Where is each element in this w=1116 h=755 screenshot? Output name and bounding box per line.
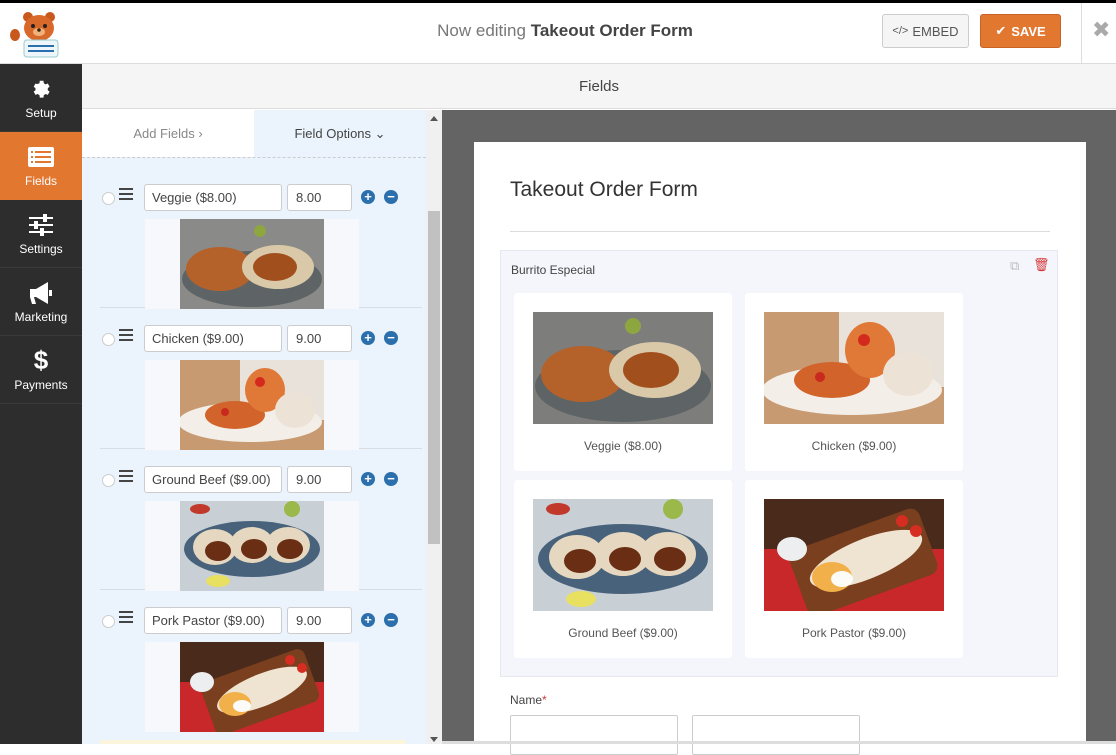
chicken-burrito-image[interactable] xyxy=(180,360,324,450)
choice-image-wrap xyxy=(145,642,359,732)
title-prefix: Now editing xyxy=(437,21,526,40)
close-icon[interactable]: ✖ xyxy=(1092,17,1110,43)
embed-button[interactable]: </> EMBED xyxy=(882,14,969,48)
form-name: Takeout Order Form xyxy=(530,21,693,40)
section-title: Fields xyxy=(578,78,619,95)
add-choice-icon[interactable]: + xyxy=(361,190,375,204)
remove-choice-icon[interactable]: − xyxy=(384,472,398,486)
choice-value-input[interactable] xyxy=(287,184,352,211)
save-label: SAVE xyxy=(1011,23,1046,39)
embed-label: EMBED xyxy=(912,23,959,39)
drag-handle-icon[interactable] xyxy=(119,188,133,203)
field-options-panel: Add Fields › Field Options ⌄ + − + − + − xyxy=(82,110,426,744)
add-choice-icon[interactable]: + xyxy=(361,613,375,627)
megaphone-icon xyxy=(28,280,54,306)
image-choice-option[interactable]: Chicken ($9.00) xyxy=(745,293,963,471)
choice-label-input[interactable] xyxy=(144,184,282,211)
choice-row: + − xyxy=(100,590,422,732)
pork-pastor-burrito-image[interactable] xyxy=(180,642,324,732)
checkmark-icon: ✔ xyxy=(995,23,1007,38)
option-caption: Veggie ($8.00) xyxy=(583,439,663,453)
choice-row: + − xyxy=(100,167,422,309)
name-field-label: Name* xyxy=(510,693,547,707)
drag-handle-icon[interactable] xyxy=(119,470,133,485)
choice-row: + − xyxy=(100,308,422,450)
sidebar-item-fields[interactable]: Fields xyxy=(0,132,82,200)
sidebar-label: Marketing xyxy=(14,309,68,324)
default-choice-radio[interactable] xyxy=(102,474,115,487)
last-name-input[interactable] xyxy=(692,715,860,755)
ground-beef-burrito-image[interactable] xyxy=(180,501,324,591)
ground-beef-burrito-image xyxy=(533,499,713,611)
required-asterisk: * xyxy=(542,693,547,707)
drag-handle-icon[interactable] xyxy=(119,329,133,344)
choice-image-wrap xyxy=(145,360,359,450)
choice-value-input[interactable] xyxy=(287,466,352,493)
tab-add-fields[interactable]: Add Fields › xyxy=(82,110,254,157)
sidebar-label: Fields xyxy=(24,173,57,188)
drag-handle-icon[interactable] xyxy=(119,611,133,626)
scroll-down-arrow-icon[interactable] xyxy=(430,737,438,742)
choice-image-wrap xyxy=(145,219,359,309)
image-choice-option[interactable]: Ground Beef ($9.00) xyxy=(514,480,732,658)
default-choice-radio[interactable] xyxy=(102,333,115,346)
choice-value-input[interactable] xyxy=(287,607,352,634)
choice-label-input[interactable] xyxy=(144,325,282,352)
add-choice-icon[interactable]: + xyxy=(361,331,375,345)
sidebar-item-settings[interactable]: Settings xyxy=(0,200,82,268)
form-title: Takeout Order Form xyxy=(510,178,698,201)
duplicate-icon[interactable]: ⧉ xyxy=(1010,258,1019,274)
sliders-icon xyxy=(29,212,53,238)
remove-choice-icon[interactable]: − xyxy=(384,190,398,204)
veggie-burrito-image[interactable] xyxy=(180,219,324,309)
option-caption: Pork Pastor ($9.00) xyxy=(801,626,907,640)
builder-sidebar: Setup Fields Settings Marketing $ Paymen… xyxy=(0,64,82,744)
title-divider xyxy=(510,231,1050,232)
code-icon: </> xyxy=(892,25,909,37)
image-choice-field[interactable]: Burrito Especial ⧉ 🗑 Veggie ($8.00) Chic… xyxy=(500,250,1058,677)
tab-field-options[interactable]: Field Options ⌄ xyxy=(254,110,426,157)
sidebar-label: Settings xyxy=(19,241,63,256)
option-caption: Ground Beef ($9.00) xyxy=(568,626,678,640)
remove-choice-icon[interactable]: − xyxy=(384,613,398,627)
scroll-up-arrow-icon[interactable] xyxy=(430,116,438,121)
sidebar-item-marketing[interactable]: Marketing xyxy=(0,268,82,336)
trash-icon[interactable]: 🗑 xyxy=(1033,257,1050,273)
choice-row: + − xyxy=(100,449,422,591)
sidebar-label: Payments xyxy=(14,377,68,392)
form-preview: Takeout Order Form Burrito Especial ⧉ 🗑 … xyxy=(474,142,1086,755)
section-title-bar: Fields xyxy=(82,64,1116,109)
choice-label-input[interactable] xyxy=(144,607,282,634)
veggie-burrito-image xyxy=(533,312,713,424)
name-label-text: Name xyxy=(510,693,543,707)
chicken-burrito-image xyxy=(764,312,944,424)
default-choice-radio[interactable] xyxy=(102,615,115,628)
image-choice-option[interactable]: Pork Pastor ($9.00) xyxy=(745,480,963,658)
remove-choice-icon[interactable]: − xyxy=(384,331,398,345)
panel-scrollbar[interactable] xyxy=(426,110,442,744)
option-caption: Chicken ($9.00) xyxy=(811,439,897,453)
header-divider xyxy=(1081,3,1082,64)
choice-label-input[interactable] xyxy=(144,466,282,493)
first-name-input[interactable] xyxy=(510,715,678,755)
default-choice-radio[interactable] xyxy=(102,192,115,205)
field-label: Burrito Especial xyxy=(511,263,596,277)
choice-image-wrap xyxy=(145,501,359,591)
scrollbar-thumb[interactable] xyxy=(428,211,440,544)
save-button[interactable]: ✔ SAVE xyxy=(980,14,1061,48)
add-choice-icon[interactable]: + xyxy=(361,472,375,486)
choice-value-input[interactable] xyxy=(287,325,352,352)
sidebar-item-setup[interactable]: Setup xyxy=(0,64,82,132)
next-field-highlight xyxy=(100,740,406,744)
image-choice-option[interactable]: Veggie ($8.00) xyxy=(514,293,732,471)
pork-pastor-burrito-image xyxy=(764,499,944,611)
dollar-icon: $ xyxy=(33,345,49,375)
builder-header: Now editing Takeout Order Form </> EMBED… xyxy=(0,3,1116,64)
gear-icon xyxy=(30,76,52,102)
panel-tabs: Add Fields › Field Options ⌄ xyxy=(82,110,426,158)
sidebar-item-payments[interactable]: $ Payments xyxy=(0,336,82,404)
sidebar-label: Setup xyxy=(25,105,57,120)
fields-list-icon xyxy=(28,144,54,170)
